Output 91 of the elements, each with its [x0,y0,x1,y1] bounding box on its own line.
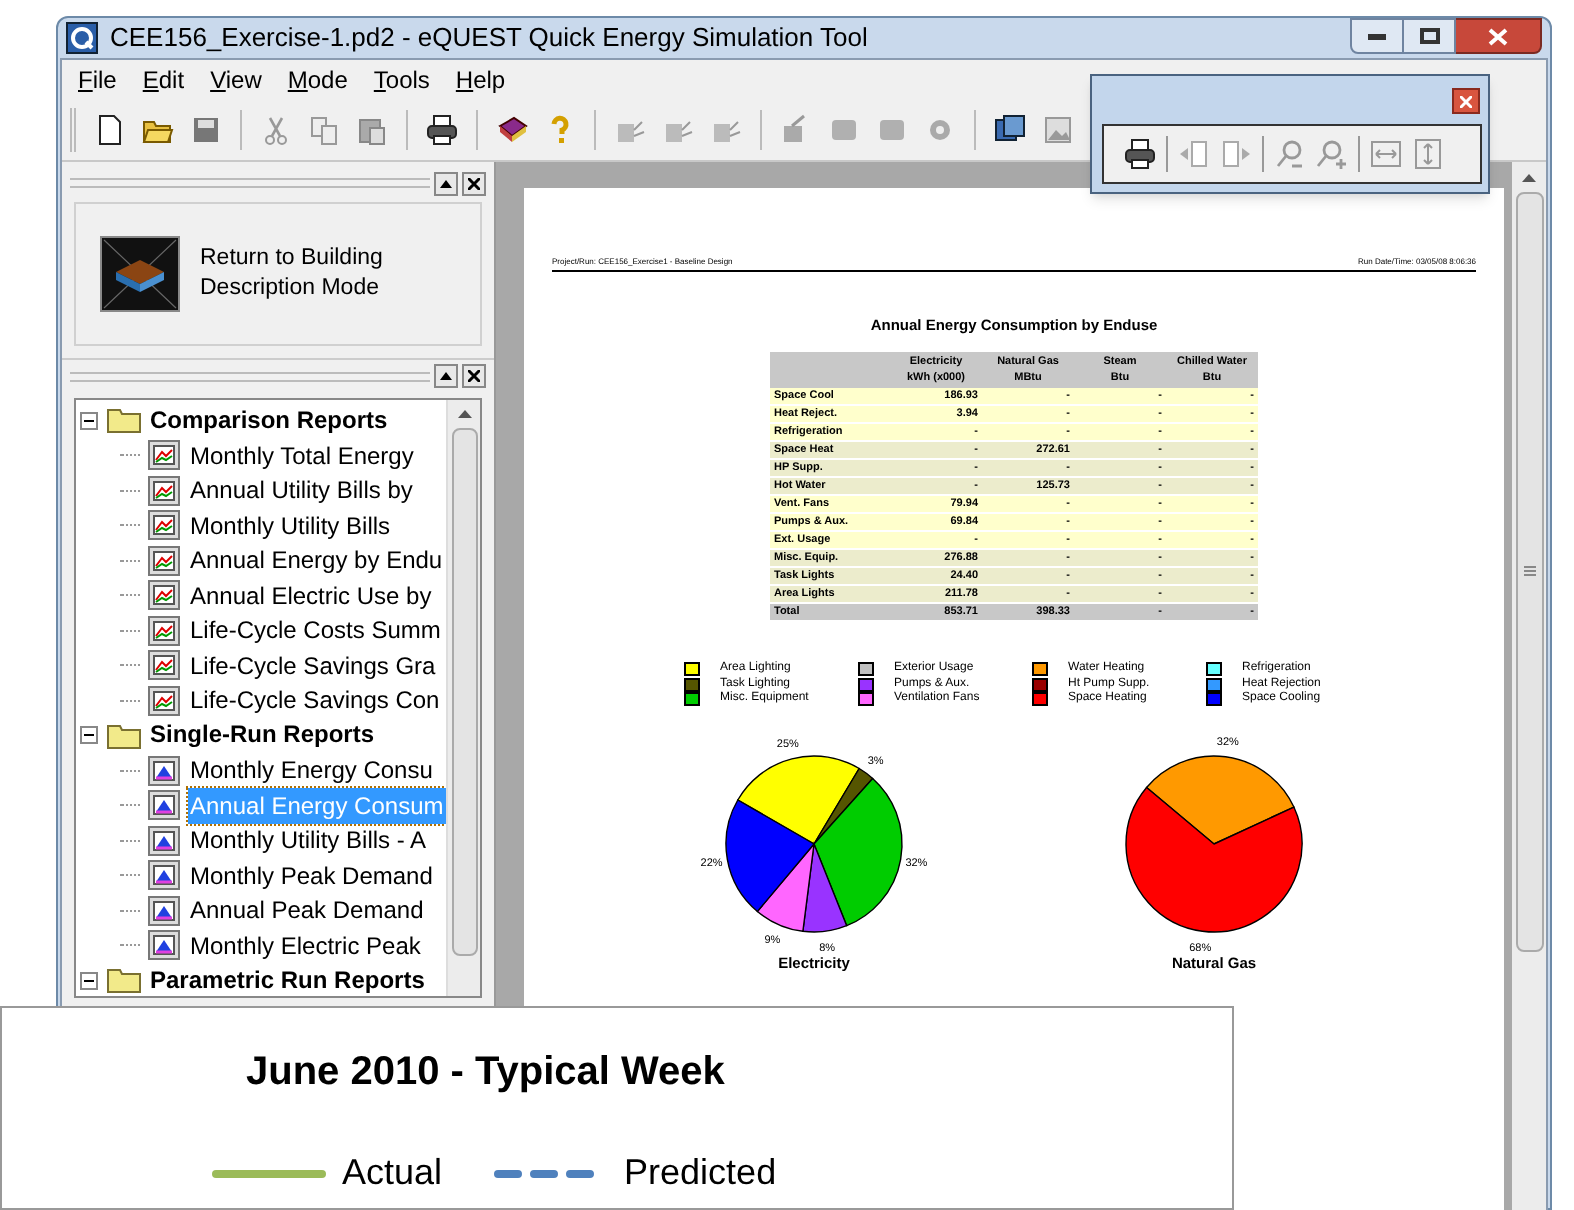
printer-icon[interactable] [426,114,458,146]
line-chart-icon [148,580,180,611]
tree-item[interactable]: Annual Energy by Endu [188,542,445,579]
next-page-icon[interactable] [1220,138,1252,170]
area-chart-icon [148,825,180,856]
folder-icon [106,406,142,435]
scrollbar[interactable] [1512,161,1546,1210]
tree-item[interactable]: Life-Cycle Savings Con [188,682,442,719]
book-icon[interactable] [496,114,528,146]
scroll-up-icon[interactable] [457,409,471,417]
menu-item[interactable]: Tools [373,62,430,98]
up-arrow-icon [440,179,452,187]
picture-icon[interactable] [1042,114,1074,146]
tree-item[interactable]: Monthly Energy Consu [188,752,435,789]
maximize-button[interactable] [1404,18,1456,54]
legend-label: Actual [342,1150,443,1196]
close-icon [1488,27,1508,45]
cut-icon[interactable] [260,114,292,146]
app-icon [66,21,98,54]
minus-icon [84,419,94,422]
tree-item[interactable]: Life-Cycle Savings Gra [188,647,438,684]
menu-item[interactable]: Help [455,62,506,98]
folder-icon [106,721,142,750]
paste-icon[interactable] [356,114,388,146]
tree-item[interactable]: Annual Electric Use by [188,577,434,614]
block-icon[interactable] [828,114,860,146]
zoom-out-icon[interactable] [1274,138,1306,170]
block-icon[interactable] [876,114,908,146]
line-chart-icon [148,510,180,541]
line-chart-icon [148,545,180,576]
scroll-up-icon[interactable] [1522,173,1536,181]
area-chart-icon [148,895,180,926]
minus-icon [84,734,94,737]
menu-item[interactable]: Edit [142,62,185,98]
line-chart-icon [148,650,180,681]
windows-icon[interactable] [994,114,1026,146]
tree-item[interactable]: Monthly Utility Bills [188,507,393,544]
tree-toggle[interactable] [80,726,98,745]
tree-toggle[interactable] [80,971,98,990]
menu-item[interactable]: File [78,62,117,98]
minus-icon [84,979,94,982]
tree-item[interactable]: Annual Utility Bills by [188,472,415,509]
line-chart-icon [148,475,180,506]
up-arrow-icon [440,372,452,380]
area-chart-icon [148,790,180,821]
close-pane-button[interactable] [462,364,486,388]
area-chart-icon [148,860,180,891]
new-document-icon[interactable] [94,114,126,146]
copy-icon[interactable] [308,114,340,146]
folder-icon [106,966,142,995]
close-pane-button[interactable] [462,171,486,195]
fit-width-icon[interactable] [1370,138,1402,170]
tree-toggle[interactable] [80,411,98,430]
tree-folder[interactable]: Comparison Reports [150,407,388,434]
scroll-thumb[interactable] [1515,191,1543,951]
maximize-icon [1419,28,1439,44]
tree-folder[interactable]: Parametric Run Reports [150,967,425,994]
zoom-in-icon[interactable] [1316,138,1348,170]
close-icon [1460,95,1472,107]
menu-item[interactable]: View [210,62,262,98]
line-chart-icon [148,440,180,471]
collapse-button[interactable] [434,364,458,388]
tree-item[interactable]: Monthly Utility Bills - A [188,822,429,859]
line-chart-icon [148,615,180,646]
tree-item[interactable]: Monthly Electric Peak [188,927,423,964]
fit-page-icon[interactable] [1412,138,1444,170]
printer-icon[interactable] [1124,138,1156,170]
legend-label: Predicted [624,1150,777,1196]
scrollbar[interactable] [446,399,480,995]
minimize-button[interactable] [1350,18,1404,54]
building-3d-icon[interactable] [100,235,180,311]
previous-page-icon[interactable] [1178,138,1210,170]
minimize-icon [1368,33,1386,39]
close-icon [468,370,480,382]
scroll-thumb[interactable] [451,427,477,955]
tree-item[interactable]: Life-Cycle Costs Summ [188,612,443,649]
chart-title: June 2010 - Typical Week [246,1048,725,1098]
collapse-button[interactable] [434,171,458,195]
line-chart-icon [148,685,180,716]
tree-item[interactable]: Monthly Total Energy [188,437,416,474]
save-icon[interactable] [190,114,222,146]
window-title: CEE156_Exercise-1.pd2 - eQUEST Quick Energy Simulation Tool [110,20,868,56]
tree-item[interactable]: Monthly Peak Demand [188,857,435,894]
tree-folder[interactable]: Single-Run Reports [150,722,375,749]
close-button[interactable] [1452,88,1480,114]
tree-item[interactable]: Annual Peak Demand [188,892,426,929]
area-chart-icon [148,930,180,961]
menu-item[interactable]: Mode [287,62,348,98]
close-button[interactable] [1456,18,1542,54]
area-chart-icon [148,755,180,786]
close-icon [468,177,480,189]
